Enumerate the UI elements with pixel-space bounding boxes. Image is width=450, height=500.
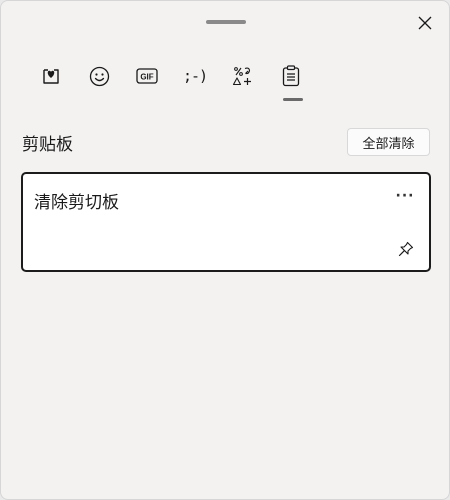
clipboard-title: 剪贴板 [22, 135, 73, 155]
more-options-button[interactable]: ··· [391, 184, 419, 208]
gif-label: GIF [140, 73, 153, 82]
pin-icon [398, 241, 414, 257]
tab-stickers[interactable] [27, 59, 75, 93]
gif-icon: GIF [136, 68, 158, 84]
clipboard-item[interactable]: 清除剪切板 ··· [21, 172, 431, 272]
close-button[interactable] [411, 9, 439, 37]
tab-kaomoji[interactable]: ;-) [171, 59, 219, 93]
symbols-icon [232, 65, 254, 87]
tab-symbols[interactable] [219, 59, 267, 93]
pin-button[interactable] [393, 236, 419, 262]
heart-sticker-icon [41, 66, 61, 86]
clipboard-icon [282, 65, 300, 87]
tab-bar: GIF ;-) [27, 59, 315, 101]
clipboard-item-text: 清除剪切板 [34, 193, 119, 213]
kaomoji-icon: ;-) [182, 67, 208, 85]
emoji-clipboard-panel: GIF ;-) 剪贴板 全部清除 清除剪切板 ··· [0, 0, 450, 500]
clear-all-button[interactable]: 全部清除 [347, 128, 430, 156]
more-icon: ··· [395, 188, 415, 204]
tab-clipboard[interactable] [267, 59, 315, 101]
close-icon [418, 16, 432, 30]
smiley-icon [89, 66, 110, 87]
tab-gif[interactable]: GIF [123, 59, 171, 93]
drag-handle[interactable] [206, 20, 246, 24]
tab-emoji[interactable] [75, 59, 123, 93]
